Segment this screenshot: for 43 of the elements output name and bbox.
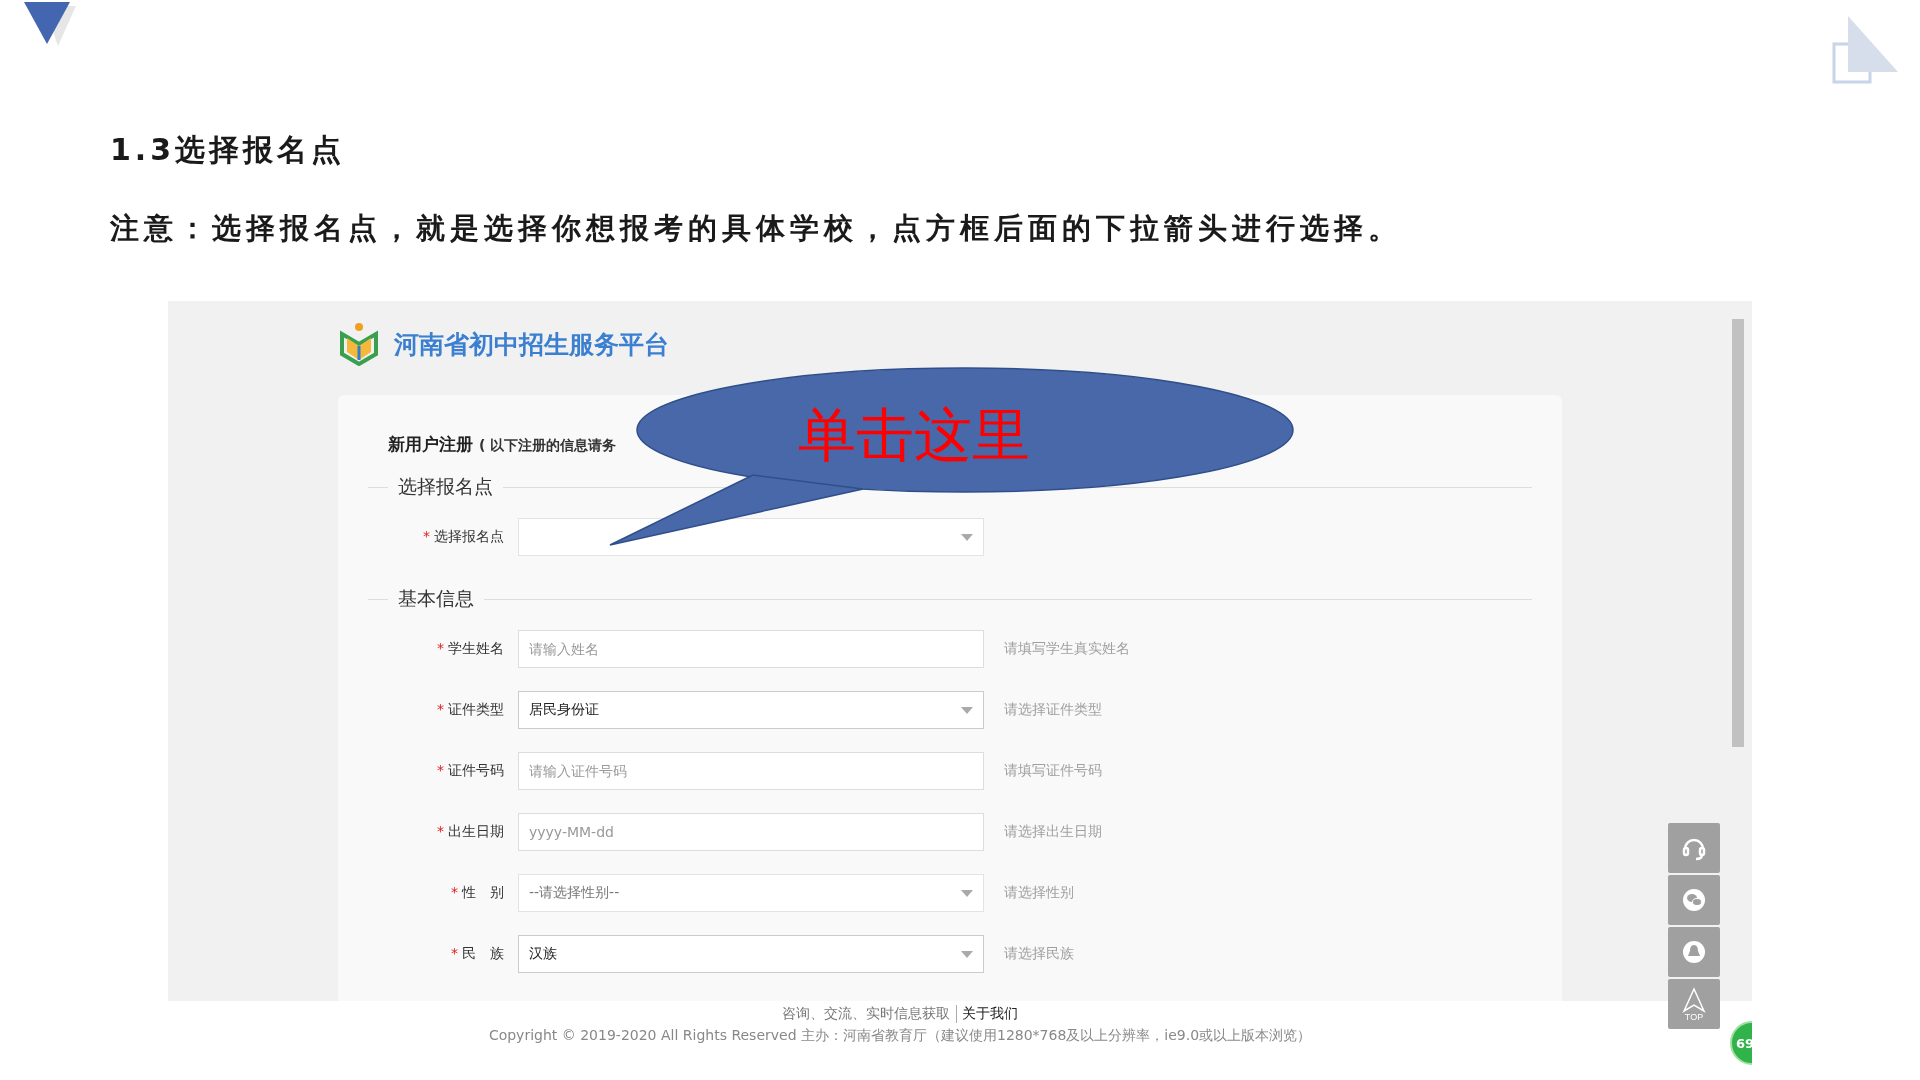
field-label: * 性 别	[450, 884, 505, 902]
penguin-icon	[1682, 940, 1706, 964]
input-field[interactable]: 请输入姓名	[518, 630, 984, 668]
book-logo-icon	[338, 322, 380, 366]
chat-bubbles-icon	[1682, 888, 1706, 912]
select-field[interactable]: 居民身份证	[518, 691, 984, 729]
section-title: 选择报名点	[397, 474, 494, 499]
arrow-up-icon	[1681, 986, 1707, 1013]
caret-icon	[961, 533, 973, 541]
field-label: * 证件类型	[436, 701, 505, 719]
select-field[interactable]: 汉族	[518, 935, 984, 973]
footer-link[interactable]: 关于我们	[956, 1005, 1018, 1023]
footer-link[interactable]: 咨询、交流、实时信息获取	[782, 1005, 950, 1023]
caret-icon	[961, 889, 973, 897]
form-subtitle: ( 以下注册的信息请务	[479, 437, 617, 455]
site-title: 河南省初中招生服务平台	[394, 328, 669, 361]
slide-heading: 1.3选择报名点	[110, 131, 347, 169]
caret-icon	[961, 950, 973, 958]
field-hint: 请选择民族	[1004, 945, 1074, 963]
section-title: 基本信息	[397, 586, 475, 611]
slide-note: 注意：选择报名点，就是选择你想报考的具体学校，点方框后面的下拉箭头进行选择。	[110, 210, 1403, 247]
field-label: * 学生姓名	[436, 640, 505, 658]
field-hint: 请选择出生日期	[1004, 823, 1102, 841]
field-hint: 请选择证件类型	[1004, 701, 1102, 719]
triangle-decoration-icon	[1832, 14, 1900, 84]
field-label: * 民 族	[450, 945, 505, 963]
field-hint: 请填写证件号码	[1004, 762, 1102, 780]
caret-icon	[961, 706, 973, 714]
callout-text: 单击这里	[798, 400, 1030, 471]
chat-button[interactable]	[1668, 875, 1720, 925]
field-label: * 选择报名点	[422, 528, 505, 546]
field-label: * 证件号码	[436, 762, 505, 780]
field-hint: 请选择性别	[1004, 884, 1074, 902]
select-field[interactable]: --请选择性别--	[518, 874, 984, 912]
input-field[interactable]: yyyy-MM-dd	[518, 813, 984, 851]
headset-button[interactable]	[1668, 823, 1720, 873]
input-field[interactable]: 请输入证件号码	[518, 752, 984, 790]
form-title: 新用户注册	[388, 433, 473, 456]
field-hint: 请填写学生真实姓名	[1004, 640, 1130, 658]
field-label: * 出生日期	[436, 823, 505, 841]
copyright-text: Copyright © 2019-2020 All Rights Reserved 主办：河南省教育厅（建议使用1280*768及以上分辨率，ie9.0或以上版本浏览）	[488, 1027, 1312, 1045]
select-field[interactable]	[518, 518, 984, 556]
penguin-button[interactable]	[1668, 927, 1720, 977]
